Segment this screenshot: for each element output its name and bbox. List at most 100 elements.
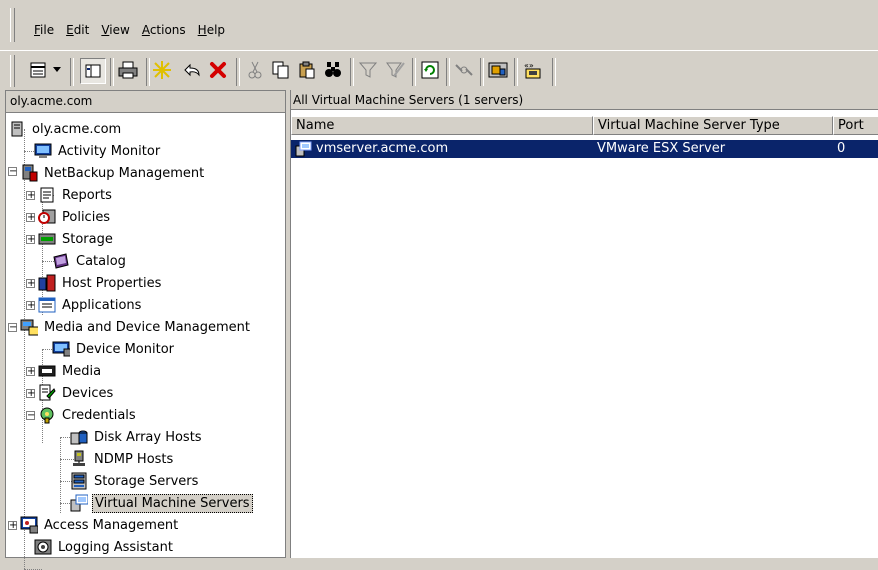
expand-storage-icon[interactable]: + — [26, 235, 35, 245]
tree-item-netbackup-management[interactable]: NetBackup Management — [20, 163, 206, 183]
toolbar-separator — [480, 58, 484, 86]
storage-server-icon — [70, 472, 88, 490]
menu-bar: File Edit View Actions Help — [0, 0, 878, 50]
tree-item-applications[interactable]: Applications — [38, 295, 143, 315]
disconnect-icon[interactable] — [452, 58, 476, 82]
tree-connector — [24, 129, 25, 569]
virtual-machine-server-icon — [70, 494, 88, 512]
virtual-machine-server-icon — [295, 141, 313, 157]
toolbar-grip[interactable] — [10, 55, 15, 87]
report-icon — [38, 186, 56, 204]
menu-edit[interactable]: Edit — [60, 22, 95, 38]
tree-item-catalog[interactable]: Catalog — [52, 251, 128, 271]
tree-item-storage[interactable]: Storage — [38, 229, 115, 249]
toolbar-separator — [446, 58, 450, 86]
expand-host-properties-icon[interactable]: + — [26, 279, 35, 289]
toolbar-separator — [350, 58, 354, 86]
host-properties-icon — [38, 274, 56, 292]
expand-media-icon[interactable]: + — [26, 367, 35, 377]
tree-connector — [60, 437, 61, 513]
cut-icon[interactable] — [244, 58, 266, 82]
column-header-name[interactable]: Name — [291, 116, 593, 135]
toolbar-separator — [514, 58, 518, 86]
tree-item-virtual-machine-servers[interactable]: Virtual Machine Servers — [70, 493, 253, 513]
toolbar-separator — [236, 58, 240, 86]
tree-item-reports[interactable]: Reports — [38, 185, 114, 205]
delete-icon[interactable] — [206, 58, 230, 82]
menu-items: File Edit View Actions Help — [27, 22, 231, 38]
activity-monitor-icon — [34, 142, 52, 160]
filter-icon[interactable] — [356, 58, 380, 82]
tree-pane: oly.acme.com − + + + + + − + + − + oly.a… — [5, 90, 286, 570]
tree-item-device-monitor[interactable]: Device Monitor — [52, 339, 176, 359]
tree-item-storage-servers[interactable]: Storage Servers — [70, 471, 200, 491]
tree-item-credentials[interactable]: Credentials — [38, 405, 138, 425]
collapse-netbackup-icon[interactable]: − — [8, 167, 17, 177]
expand-policies-icon[interactable]: + — [26, 213, 35, 223]
menu-file[interactable]: File — [27, 22, 60, 38]
server-icon — [8, 120, 26, 138]
expand-applications-icon[interactable]: + — [26, 301, 35, 311]
chevron-down-icon[interactable] — [50, 58, 64, 82]
column-header-port[interactable]: Port — [833, 116, 878, 135]
tree-item-devices[interactable]: Devices — [38, 383, 115, 403]
tree-item-host-properties[interactable]: Host Properties — [38, 273, 163, 293]
cell-type: VMware ESX Server — [597, 141, 726, 156]
menu-view[interactable]: View — [95, 22, 135, 38]
tree-item-media-device-management[interactable]: Media and Device Management — [20, 317, 252, 337]
cell-port: 0 — [837, 141, 846, 156]
find-icon[interactable] — [322, 58, 344, 82]
column-header-vm-server-type[interactable]: Virtual Machine Server Type — [593, 116, 833, 135]
ndmp-host-icon — [70, 450, 88, 468]
toolbar-separator — [412, 58, 416, 86]
menubar-divider — [0, 50, 878, 51]
toolbar-separator — [552, 58, 556, 86]
tree-item-access-management[interactable]: Access Management — [20, 515, 180, 535]
paste-icon[interactable] — [296, 58, 318, 82]
toolbar: «» — [0, 52, 878, 90]
copy-icon[interactable] — [270, 58, 292, 82]
tree-item-policies[interactable]: Policies — [38, 207, 112, 227]
refresh-icon[interactable] — [418, 58, 442, 82]
collapse-credentials-icon[interactable]: − — [26, 411, 35, 421]
tree-item-oly-acme-com[interactable]: oly.acme.com — [8, 119, 123, 139]
vm-server-name: vmserver.acme.com — [316, 141, 449, 156]
netbackup-icon — [20, 164, 38, 182]
applications-icon — [38, 296, 56, 314]
media-icon — [38, 362, 56, 380]
details-title: All Virtual Machine Servers (1 servers) — [291, 90, 878, 110]
disk-array-icon — [70, 428, 88, 446]
expand-devices-icon[interactable]: + — [26, 389, 35, 399]
backup-icon[interactable] — [486, 58, 510, 82]
table-row[interactable]: vmserver.acme.com VMware ESX Server 0 — [291, 140, 878, 158]
tree-item-ndmp-hosts[interactable]: NDMP Hosts — [70, 449, 175, 469]
menu-actions[interactable]: Actions — [136, 22, 192, 38]
clear-filter-icon[interactable] — [384, 58, 408, 82]
device-config-icon[interactable]: «» — [520, 58, 546, 82]
storage-icon — [38, 230, 56, 248]
undo-icon[interactable] — [180, 58, 204, 82]
tree-item-logging-assistant[interactable]: Logging Assistant — [34, 537, 175, 557]
print-icon[interactable] — [116, 58, 140, 82]
table-header: Name Virtual Machine Server Type Port — [291, 116, 878, 135]
toolbar-separator — [70, 58, 74, 86]
logging-assistant-icon — [34, 538, 52, 556]
tree-item-media[interactable]: Media — [38, 361, 103, 381]
expand-reports-icon[interactable]: + — [26, 191, 35, 201]
tree-item-activity-monitor[interactable]: Activity Monitor — [34, 141, 162, 161]
toolbar-separator — [110, 58, 114, 86]
expand-access-management-icon[interactable]: + — [8, 521, 17, 531]
access-management-icon — [20, 516, 38, 534]
media-device-icon — [20, 318, 38, 336]
menubar-grip[interactable] — [10, 8, 15, 42]
tree-item-disk-array-hosts[interactable]: Disk Array Hosts — [70, 427, 204, 447]
new-window-icon[interactable] — [26, 58, 50, 82]
policies-icon — [38, 208, 56, 226]
tree-pane-header: oly.acme.com — [6, 91, 285, 113]
new-item-icon[interactable] — [150, 58, 174, 82]
device-monitor-icon — [52, 340, 70, 358]
menu-help[interactable]: Help — [192, 22, 231, 38]
catalog-icon — [52, 252, 70, 270]
collapse-media-device-icon[interactable]: − — [8, 323, 17, 333]
toggle-tree-icon[interactable] — [80, 58, 106, 84]
